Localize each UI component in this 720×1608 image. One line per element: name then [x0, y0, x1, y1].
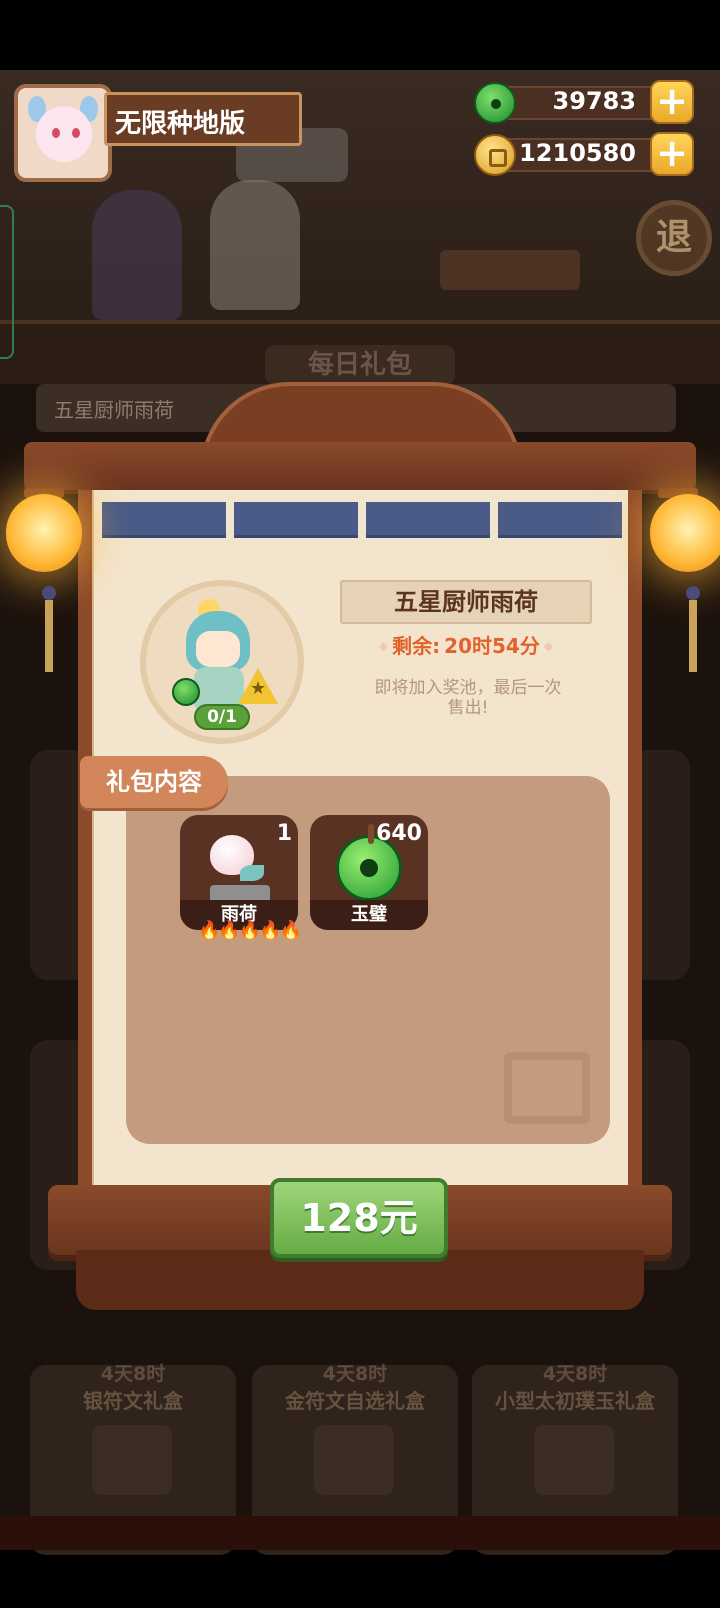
gift-title-plate: 五星厨师雨荷 [340, 580, 592, 624]
exit-button[interactable]: 退 [636, 200, 712, 276]
player-avatar[interactable] [14, 84, 112, 182]
coin-icon [474, 134, 516, 176]
curtain-panel [498, 502, 622, 538]
gift-contents-tab: 礼包内容 [80, 756, 228, 808]
gift-title: 五星厨师雨荷 [394, 588, 538, 616]
lantern-right [650, 494, 720, 572]
daily-gift-ribbon: 每日礼包 [265, 345, 455, 385]
coin-resource: 1210580 + [474, 132, 696, 176]
curtain-panel [102, 502, 226, 538]
lantern-left [6, 494, 82, 572]
background-character [92, 190, 182, 320]
purchase-progress: 0/1 [194, 704, 250, 730]
remaining-time: 剩余:20时54分 [372, 630, 560, 659]
gift-description: 即将加入奖池，最后一次售出! [374, 678, 562, 718]
curtain-panel [366, 502, 490, 538]
add-jade-button[interactable]: + [650, 80, 694, 124]
background-character [210, 180, 300, 310]
curtain-panel [234, 502, 358, 538]
frame-top-beam [24, 442, 696, 490]
player-name-plate: 无限种地版 [104, 92, 302, 146]
jade-icon [474, 82, 516, 124]
jade-amount: 39783 [552, 87, 637, 115]
coin-amount: 1210580 [519, 139, 636, 167]
star-flames: 🔥🔥🔥🔥🔥 [198, 920, 302, 941]
side-handle[interactable] [0, 205, 14, 359]
background-shelf [440, 250, 580, 290]
jade-resource: 39783 + [474, 80, 696, 124]
gift-item-yuhe[interactable]: 1 雨荷 [180, 815, 298, 930]
add-coins-button[interactable]: + [650, 132, 694, 176]
buy-button[interactable]: 128元 [270, 1178, 448, 1258]
jade-icon [172, 678, 200, 706]
gift-item-jade[interactable]: 640 玉璧 [310, 815, 428, 930]
bottom-bar [0, 1516, 720, 1550]
gift-box-icon [92, 1425, 172, 1495]
frame-stand [76, 1250, 644, 1310]
gift-box-icon [534, 1425, 614, 1495]
player-name: 无限种地版 [115, 109, 246, 139]
gift-box-icon [314, 1425, 394, 1495]
